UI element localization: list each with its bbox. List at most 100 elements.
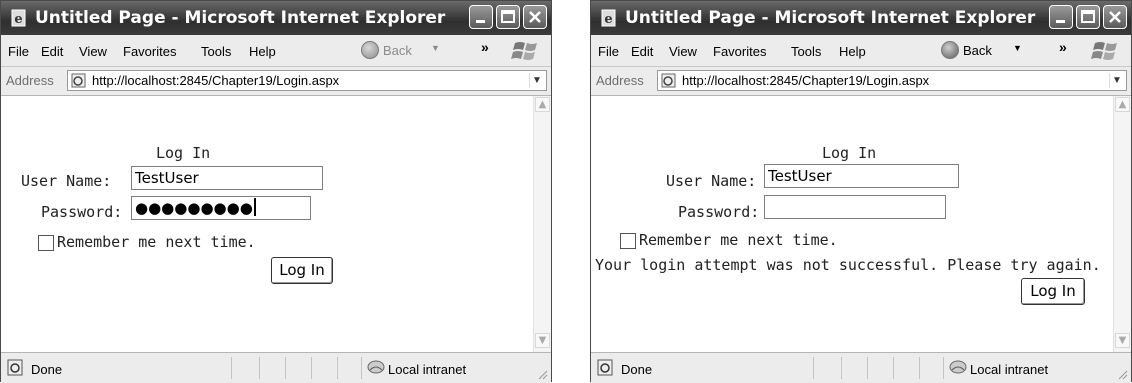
login-button[interactable]: Log In: [1021, 278, 1085, 305]
login-button[interactable]: Log In: [271, 257, 333, 284]
login-error-message: Your login attempt was not successful. P…: [595, 256, 1101, 274]
maximize-button[interactable]: [1076, 5, 1100, 29]
menu-edit[interactable]: Edit: [41, 44, 63, 59]
back-dropdown-icon: ▼: [1013, 43, 1022, 53]
menu-view[interactable]: View: [79, 44, 107, 59]
address-dropdown-icon[interactable]: ▼: [529, 73, 544, 88]
title-bar[interactable]: e Untitled Page - Microsoft Internet Exp…: [1, 1, 551, 35]
maximize-icon: [1081, 10, 1095, 23]
menu-file[interactable]: File: [8, 44, 29, 59]
status-divider: [841, 357, 842, 379]
menu-favorites[interactable]: Favorites: [713, 44, 766, 59]
menu-view[interactable]: View: [669, 44, 697, 59]
menu-file[interactable]: File: [598, 44, 619, 59]
svg-text:e: e: [14, 12, 22, 27]
password-value: ●●●●●●●●●: [135, 199, 253, 217]
back-label: Back: [383, 43, 412, 58]
maximize-button[interactable]: [496, 5, 520, 29]
password-field[interactable]: ●●●●●●●●●: [131, 196, 311, 220]
status-divider: [867, 357, 868, 379]
username-field[interactable]: TestUser: [131, 166, 323, 190]
title-bar[interactable]: e Untitled Page - Microsoft Internet Exp…: [591, 1, 1131, 35]
windows-logo-icon: [1091, 42, 1117, 60]
vertical-scrollbar[interactable]: ▲ ▼: [1113, 96, 1131, 352]
address-dropdown-icon[interactable]: ▼: [1109, 73, 1124, 88]
close-button[interactable]: [1103, 5, 1127, 29]
status-divider: [813, 357, 814, 379]
page-content: Log In User Name: TestUser Password: ●●●…: [1, 96, 533, 352]
scroll-down-icon[interactable]: ▼: [535, 333, 550, 348]
window-title: Untitled Page - Microsoft Internet Explo…: [35, 8, 446, 28]
password-field[interactable]: [764, 195, 946, 219]
address-bar: Address http://localhost:2845/Chapter19/…: [591, 67, 1131, 96]
scroll-down-icon[interactable]: ▼: [1115, 333, 1130, 348]
address-input[interactable]: http://localhost:2845/Chapter19/Login.as…: [657, 70, 1127, 91]
zone-text: Local intranet: [388, 362, 467, 377]
status-divider: [893, 357, 894, 379]
menu-bar: File Edit View Favorites Tools Help Back…: [1, 35, 551, 67]
menu-help[interactable]: Help: [839, 44, 866, 59]
status-divider: [943, 357, 944, 379]
status-bar: Done Local intranet: [591, 352, 1131, 383]
scroll-up-icon[interactable]: ▲: [1115, 97, 1130, 112]
resize-grip-icon[interactable]: [1116, 368, 1128, 380]
address-label: Address: [6, 73, 54, 88]
svg-text:e: e: [604, 12, 612, 27]
back-arrow-icon: [361, 41, 379, 59]
done-page-icon: [597, 359, 613, 376]
username-value: TestUser: [135, 169, 199, 187]
menu-bar: File Edit View Favorites Tools Help Back…: [591, 35, 1131, 67]
maximize-icon: [501, 10, 515, 23]
page-icon: [661, 73, 676, 88]
remember-checkbox[interactable]: [38, 235, 54, 251]
status-text: Done: [31, 362, 63, 377]
minimize-icon: [1056, 20, 1065, 23]
done-page-icon: [7, 359, 23, 376]
page-content: Log In User Name: TestUser Password: Rem…: [591, 96, 1113, 352]
windows-logo-icon: [511, 42, 537, 60]
status-divider: [919, 357, 920, 379]
username-field[interactable]: TestUser: [764, 164, 959, 188]
vertical-scrollbar[interactable]: ▲ ▼: [533, 96, 551, 352]
status-divider: [231, 357, 232, 379]
minimize-icon: [476, 20, 485, 23]
status-divider: [311, 357, 312, 379]
status-divider: [337, 357, 338, 379]
password-label: Password:: [678, 203, 760, 221]
status-divider: [285, 357, 286, 379]
address-bar: Address http://localhost:2845/Chapter19/…: [1, 67, 551, 96]
ie-page-icon: e: [601, 9, 616, 27]
minimize-button[interactable]: [469, 5, 493, 29]
status-divider: [361, 357, 362, 379]
address-input[interactable]: http://localhost:2845/Chapter19/Login.as…: [67, 70, 547, 91]
minimize-button[interactable]: [1049, 5, 1073, 29]
intranet-zone-icon: [949, 360, 967, 374]
username-label: User Name:: [666, 172, 757, 190]
zone-text: Local intranet: [970, 362, 1049, 377]
toolbar-chevron[interactable]: »: [481, 39, 489, 55]
menu-tools[interactable]: Tools: [201, 44, 231, 59]
window-title: Untitled Page - Microsoft Internet Explo…: [625, 8, 1036, 28]
browser-window-left: e Untitled Page - Microsoft Internet Exp…: [0, 0, 552, 383]
menu-tools[interactable]: Tools: [791, 44, 821, 59]
resize-grip-icon[interactable]: [536, 368, 548, 380]
back-label: Back: [963, 43, 992, 58]
remember-checkbox[interactable]: [620, 233, 636, 249]
menu-edit[interactable]: Edit: [631, 44, 653, 59]
address-url: http://localhost:2845/Chapter19/Login.as…: [92, 73, 340, 88]
remember-label: Remember me next time.: [639, 231, 838, 249]
login-heading: Log In: [156, 144, 211, 162]
text-cursor: [253, 198, 256, 216]
username-label: User Name:: [21, 172, 112, 190]
back-arrow-icon: [941, 41, 959, 59]
username-value: TestUser: [768, 167, 832, 185]
menu-favorites[interactable]: Favorites: [123, 44, 176, 59]
close-button[interactable]: [523, 5, 547, 29]
remember-label: Remember me next time.: [57, 233, 256, 251]
menu-help[interactable]: Help: [249, 44, 276, 59]
scroll-up-icon[interactable]: ▲: [535, 97, 550, 112]
toolbar-chevron[interactable]: »: [1059, 39, 1067, 55]
login-heading: Log In: [822, 144, 877, 162]
status-text: Done: [621, 362, 653, 377]
back-dropdown-icon: ▼: [431, 43, 440, 53]
